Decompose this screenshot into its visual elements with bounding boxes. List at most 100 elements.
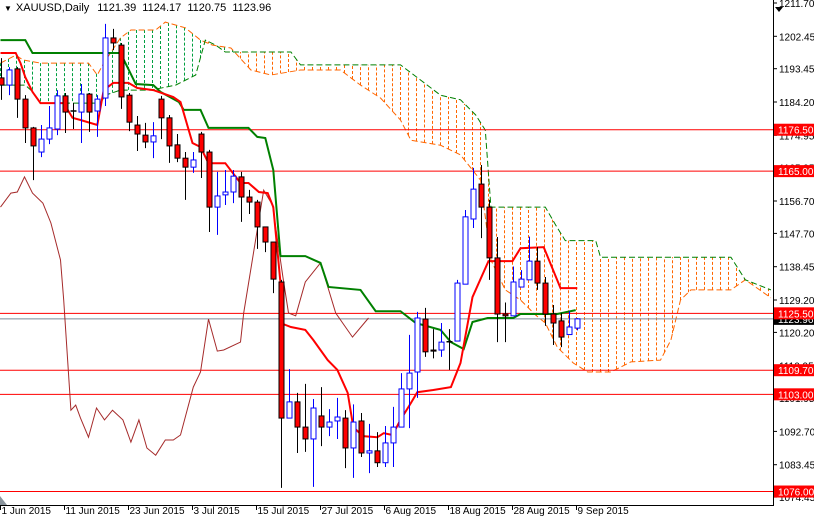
candle-body — [78, 93, 85, 113]
candle-body — [422, 318, 429, 353]
dropdown-triangle-icon[interactable]: ▼ — [4, 4, 12, 13]
bullish-candle — [406, 334, 413, 429]
price-tick-label: 1147.70 — [779, 229, 814, 240]
close-value: 1123.96 — [232, 2, 272, 14]
level-price-label: 1176.50 — [778, 126, 814, 137]
chart-header: ▼ XAUUSD,Daily 1121.39 1124.17 1120.75 112… — [4, 2, 274, 14]
bearish-candle — [206, 149, 213, 232]
bullish-candle — [414, 311, 421, 398]
bullish-candle — [310, 399, 317, 487]
candle-body — [574, 318, 581, 329]
price-chart[interactable]: 1211.701202.451193.451184.201174.951165.… — [0, 0, 814, 516]
candle-body — [134, 124, 141, 135]
candle-body — [438, 341, 445, 351]
bullish-candle — [438, 323, 445, 357]
candle-body — [334, 416, 341, 422]
bearish-candle — [262, 226, 269, 253]
candle-body — [262, 226, 269, 243]
high-value: 1124.17 — [142, 2, 182, 14]
price-labels: 1123.961176.501165.001125.501109.701103.… — [774, 123, 814, 499]
bullish-candle — [366, 423, 373, 474]
bullish-candle — [566, 311, 573, 336]
price-tick-label: 1129.20 — [779, 296, 814, 307]
candle-body — [430, 349, 437, 352]
bearish-candle — [142, 122, 149, 149]
bearish-candle — [166, 114, 173, 163]
bearish-candle — [110, 28, 117, 51]
price-tick-label: 1202.45 — [779, 32, 814, 43]
bearish-candle — [502, 302, 509, 343]
level-price-label: 1103.00 — [778, 390, 814, 401]
candle-body — [358, 420, 365, 454]
level-price-label: 1165.00 — [778, 167, 814, 178]
candle-body — [510, 281, 517, 317]
bearish-candle — [134, 116, 141, 151]
bearish-candle — [422, 307, 429, 357]
candle-body — [54, 95, 61, 130]
candle-body — [366, 450, 373, 454]
bullish-candle — [6, 67, 13, 96]
candle-body — [302, 426, 309, 440]
candle-body — [286, 401, 293, 419]
chart-window: 1211.701202.451193.451184.201174.951165.… — [0, 0, 814, 516]
price-tick-label: 1092.70 — [779, 427, 814, 438]
candle-body — [174, 144, 181, 159]
candle-body — [486, 206, 493, 259]
bearish-candle — [126, 93, 133, 132]
candle-body — [502, 313, 509, 317]
candle-body — [62, 95, 69, 113]
time-axis: 1 Jun 2015 11 Jun 2015 23 Jun 2015 3 Jul 20… — [0, 505, 629, 516]
candle-body — [158, 98, 165, 119]
bearish-candle — [270, 241, 277, 294]
bearish-candle — [494, 237, 501, 343]
candle-body — [526, 260, 533, 281]
bearish-candle — [430, 329, 437, 359]
candle-body — [254, 201, 261, 228]
candle-body — [406, 372, 413, 390]
price-tick-label: 1156.70 — [779, 197, 814, 208]
date-tick-label: 11 Jun 2015 — [66, 506, 121, 516]
price-tick-label: 1083.45 — [779, 461, 814, 472]
candle-body — [454, 282, 461, 342]
bearish-candle — [118, 42, 125, 109]
bearish-candle — [478, 165, 485, 239]
price-tick-label: 1138.45 — [779, 263, 814, 274]
bearish-candle — [174, 134, 181, 163]
candle-body — [102, 37, 109, 99]
candle-body — [390, 426, 397, 444]
candle-body — [326, 421, 333, 428]
price-axis: 1211.701202.451193.451184.201174.951165.… — [773, 0, 814, 504]
candle-body — [0, 77, 5, 86]
bearish-candle — [182, 152, 189, 200]
candle-body — [558, 320, 565, 338]
candle-body — [222, 191, 229, 196]
bearish-candle — [86, 93, 93, 132]
chart-shift-marker-icon[interactable] — [0, 496, 7, 505]
bearish-candle — [246, 189, 253, 214]
date-tick-label: 15 Jul 2015 — [258, 506, 310, 516]
bullish-candle — [574, 318, 581, 331]
bullish-candle — [54, 90, 61, 136]
bullish-candle — [286, 369, 293, 419]
bearish-candle — [62, 93, 69, 133]
candle-body — [518, 278, 525, 288]
level-price-label: 1125.50 — [778, 309, 814, 320]
bullish-candle — [462, 210, 469, 285]
bearish-candle — [294, 392, 301, 453]
bullish-candle — [470, 167, 477, 228]
candle-body — [534, 260, 541, 284]
date-tick-label: 23 Jun 2015 — [130, 506, 185, 516]
ichimoku-cloud — [0, 21, 772, 373]
candle-body — [22, 98, 29, 129]
candle-body — [166, 117, 173, 147]
bearish-candle — [22, 95, 29, 144]
bullish-candle — [102, 23, 109, 106]
candle-body — [30, 127, 37, 147]
symbol-timeframe: XAUUSD,Daily — [15, 2, 90, 14]
doji-candle — [446, 329, 453, 370]
date-tick-label: 27 Jul 2015 — [322, 506, 374, 516]
level-price-label: 1076.00 — [778, 488, 814, 499]
bearish-candle — [358, 413, 365, 457]
date-tick-label: 3 Jul 2015 — [194, 506, 241, 516]
candle-body — [310, 407, 317, 440]
